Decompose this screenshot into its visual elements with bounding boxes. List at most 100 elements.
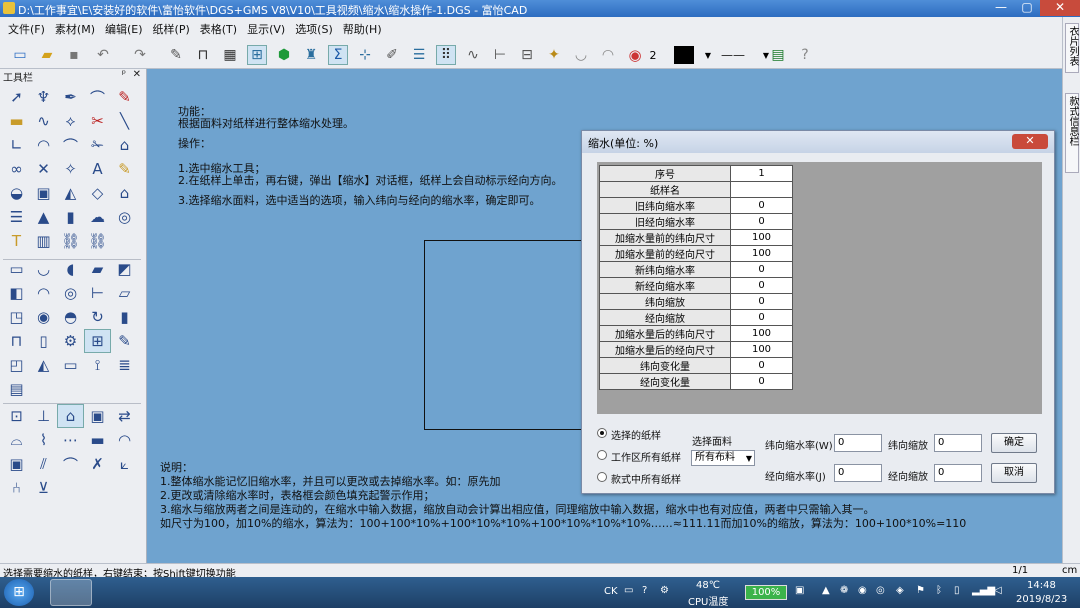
link-icon[interactable]: ⛓ bbox=[57, 229, 84, 253]
display-icon[interactable]: ▣ bbox=[795, 585, 804, 596]
grade-curve-icon[interactable]: ⌇ bbox=[30, 428, 57, 452]
house-icon[interactable]: ⌂ bbox=[111, 181, 138, 205]
row-value[interactable]: 0 bbox=[730, 261, 793, 278]
curve-icon[interactable]: ∿ bbox=[463, 45, 483, 65]
wrench-icon[interactable]: ⚙ bbox=[57, 329, 84, 353]
align-icon[interactable]: ⊹ bbox=[355, 45, 375, 65]
bar-tool-icon[interactable]: ⊢ bbox=[84, 281, 111, 305]
pattern-edit-icon[interactable]: ◩ bbox=[111, 257, 138, 281]
redo-icon[interactable]: ↷ bbox=[130, 45, 150, 65]
scissors-icon[interactable]: ✂ bbox=[84, 109, 111, 133]
clock-time[interactable]: 14:48 bbox=[1027, 580, 1056, 591]
menu-help[interactable]: 帮助(H) bbox=[343, 21, 382, 37]
row-value[interactable]: 100 bbox=[730, 325, 793, 342]
row-value[interactable]: 100 bbox=[730, 341, 793, 358]
button-icon[interactable]: ◎ bbox=[57, 281, 84, 305]
shield-icon[interactable]: ⬢ bbox=[274, 45, 294, 65]
mirror-grade-icon[interactable]: ⊻ bbox=[30, 476, 57, 500]
volume-icon[interactable]: ◁ bbox=[994, 585, 1002, 596]
dart-icon[interactable]: ✕ bbox=[30, 157, 57, 181]
distribute-icon[interactable]: ☰ bbox=[409, 45, 429, 65]
cylinder-icon[interactable]: ▮ bbox=[111, 305, 138, 329]
weft-shrink-input[interactable]: 0 bbox=[834, 434, 882, 452]
pen-icon[interactable]: ✎ bbox=[166, 45, 186, 65]
collar-icon[interactable]: ◠ bbox=[30, 281, 57, 305]
taskbar-app-cad[interactable] bbox=[50, 579, 92, 606]
pocket-icon[interactable]: ▱ bbox=[111, 281, 138, 305]
star-ruler-icon[interactable]: ✦ bbox=[544, 45, 564, 65]
grid-table-icon[interactable]: ▦ bbox=[220, 45, 240, 65]
network-app-icon[interactable]: ◉ bbox=[858, 585, 867, 596]
row-value[interactable]: 100 bbox=[730, 245, 793, 262]
signal-icon[interactable]: ▂▄▆ bbox=[972, 585, 995, 596]
browser-icon[interactable]: ◎ bbox=[876, 585, 885, 596]
pin-icon[interactable]: ᵖ bbox=[122, 69, 126, 80]
stripes-icon[interactable]: ☰ bbox=[3, 205, 30, 229]
measure-icon[interactable]: ⊢ bbox=[490, 45, 510, 65]
close-button[interactable]: ✕ bbox=[1040, 0, 1080, 16]
menu-view[interactable]: 显示(V) bbox=[247, 21, 285, 37]
bowl-icon[interactable]: ◠ bbox=[598, 45, 618, 65]
tray-icon[interactable]: ▭ bbox=[3, 257, 30, 281]
save-icon[interactable]: ▪ bbox=[64, 45, 84, 65]
grade-move-icon[interactable]: ⇄ bbox=[111, 404, 138, 428]
row-value[interactable]: 1 bbox=[730, 165, 793, 182]
cup-icon[interactable]: ◡ bbox=[571, 45, 591, 65]
bag-icon[interactable]: ◓ bbox=[57, 305, 84, 329]
help-icon[interactable]: ? bbox=[642, 585, 647, 596]
brush-icon[interactable]: ✐ bbox=[382, 45, 402, 65]
undo-icon[interactable]: ↶ bbox=[93, 45, 113, 65]
modify-icon[interactable]: ⌒ bbox=[84, 85, 111, 109]
input-method[interactable]: CK bbox=[604, 586, 618, 597]
menu-options[interactable]: 选项(S) bbox=[295, 21, 333, 37]
menu-file[interactable]: 文件(F) bbox=[8, 21, 45, 37]
pattern-stack-icon[interactable]: ♜ bbox=[301, 45, 321, 65]
slant-icon[interactable]: ⫽ bbox=[30, 452, 57, 476]
open-folder-icon[interactable]: ▰ bbox=[37, 45, 57, 65]
bars-icon[interactable]: ▮ bbox=[57, 205, 84, 229]
drop-icon[interactable]: ◉ bbox=[30, 305, 57, 329]
row-value[interactable]: 0 bbox=[730, 357, 793, 374]
row-value[interactable] bbox=[730, 181, 793, 198]
keyboard-icon[interactable]: ▭ bbox=[624, 585, 633, 596]
pants-icon[interactable]: ⊓ bbox=[3, 329, 30, 353]
split-icon[interactable]: ⟡ bbox=[57, 109, 84, 133]
close-icon[interactable]: ✕ bbox=[133, 69, 141, 80]
tab-piece-list[interactable]: 衣片列表 bbox=[1065, 23, 1079, 73]
menu-table[interactable]: 表格(T) bbox=[200, 21, 237, 37]
flag-icon[interactable]: ◇ bbox=[84, 181, 111, 205]
cancel-button[interactable]: 取消 bbox=[991, 463, 1037, 483]
line-tool-icon[interactable]: ╲ bbox=[111, 109, 138, 133]
menu-edit[interactable]: 编辑(E) bbox=[105, 21, 143, 37]
settings-icon[interactable]: ⚙ bbox=[660, 585, 669, 596]
help-pointer-icon[interactable]: ? bbox=[795, 45, 815, 65]
film-icon[interactable]: ▤ bbox=[768, 45, 788, 65]
frame-icon[interactable]: ⊓ bbox=[193, 45, 213, 65]
ok-button[interactable]: 确定 bbox=[991, 433, 1037, 453]
minimize-button[interactable]: — bbox=[988, 0, 1014, 16]
pen-tool-icon[interactable]: ✒ bbox=[57, 85, 84, 109]
start-button[interactable]: ⊞ bbox=[4, 579, 34, 606]
pattern-piece[interactable] bbox=[424, 240, 584, 430]
shrink-icon[interactable]: ⊞ bbox=[84, 329, 111, 353]
line-style-select[interactable]: —— bbox=[708, 45, 758, 65]
dialog-close-button[interactable]: ✕ bbox=[1012, 134, 1048, 149]
row-value[interactable]: 0 bbox=[730, 277, 793, 294]
smooth-icon[interactable]: ∿ bbox=[30, 109, 57, 133]
row-value[interactable]: 0 bbox=[730, 309, 793, 326]
ruler-tool-icon[interactable]: ▬ bbox=[3, 109, 30, 133]
point-grid-icon[interactable]: ⠿ bbox=[436, 45, 456, 65]
drape-icon[interactable]: ☁ bbox=[84, 205, 111, 229]
row-value[interactable]: 0 bbox=[730, 293, 793, 310]
color-wheel-icon[interactable]: ◉ bbox=[625, 45, 645, 65]
signal-icon[interactable]: ◠ bbox=[111, 428, 138, 452]
hanger-icon[interactable]: ⌓ bbox=[3, 428, 30, 452]
square-grade-icon[interactable]: ▣ bbox=[3, 452, 30, 476]
sum-icon[interactable]: Σ bbox=[328, 45, 348, 65]
layers-icon[interactable]: ≣ bbox=[111, 353, 138, 377]
grade-block-icon[interactable]: ▬ bbox=[84, 428, 111, 452]
cut-icon[interactable]: ✁ bbox=[84, 133, 111, 157]
line-width-value[interactable]: 2 bbox=[646, 45, 660, 65]
warp-scale-input[interactable]: 0 bbox=[934, 464, 982, 482]
grade-copy-icon[interactable]: ▣ bbox=[84, 404, 111, 428]
